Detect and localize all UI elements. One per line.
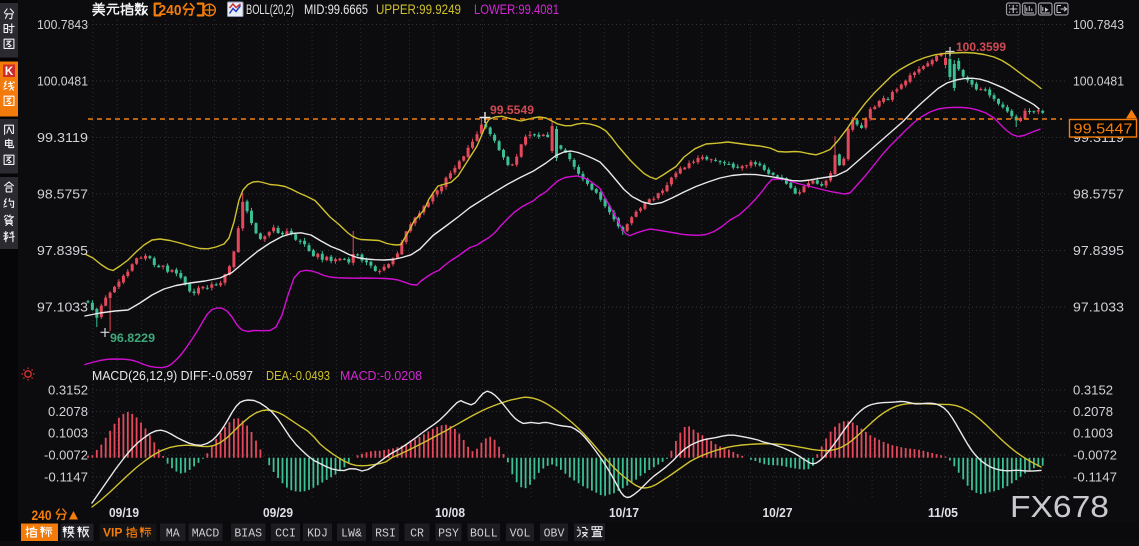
svg-text:97.8395: 97.8395: [1073, 244, 1124, 258]
svg-text:100.7843: 100.7843: [1073, 18, 1124, 32]
svg-text:DEA:-0.0493: DEA:-0.0493: [266, 368, 330, 383]
svg-text:UPPER:99.9249: UPPER:99.9249: [376, 2, 461, 17]
svg-text:CR: CR: [410, 528, 424, 541]
svg-text:MACD(26,12,9) DIFF:-0.0597: MACD(26,12,9) DIFF:-0.0597: [92, 368, 253, 383]
svg-text:RSI: RSI: [375, 528, 396, 541]
svg-text:09/29: 09/29: [263, 506, 293, 520]
svg-text:BIAS: BIAS: [234, 528, 262, 541]
svg-text:10/27: 10/27: [763, 506, 793, 520]
svg-text:99.5549: 99.5549: [490, 103, 534, 117]
svg-text:KDJ: KDJ: [307, 528, 328, 541]
svg-text:99.3119: 99.3119: [37, 131, 88, 145]
svg-text:100.0481: 100.0481: [1073, 74, 1124, 88]
svg-text:09/19: 09/19: [109, 506, 139, 520]
svg-text:LOWER:99.4081: LOWER:99.4081: [474, 2, 559, 17]
svg-text:0.1003: 0.1003: [48, 426, 88, 440]
svg-text:-0.1147: -0.1147: [44, 470, 88, 484]
svg-text:MID:99.6665: MID:99.6665: [304, 2, 368, 17]
svg-text:97.1033: 97.1033: [37, 300, 88, 314]
svg-text:OBV: OBV: [544, 528, 565, 541]
svg-text:99.5447: 99.5447: [1074, 122, 1133, 138]
svg-text:BOLL(20,2): BOLL(20,2): [246, 2, 294, 17]
svg-text:LW&: LW&: [341, 528, 362, 541]
svg-text:100.3599: 100.3599: [956, 40, 1006, 54]
svg-text:97.1033: 97.1033: [1073, 300, 1124, 314]
svg-text:-0.0072: -0.0072: [44, 448, 88, 462]
svg-text:0.3152: 0.3152: [1073, 383, 1113, 397]
svg-text:96.8229: 96.8229: [110, 331, 155, 345]
svg-text:VIP: VIP: [103, 526, 122, 540]
svg-text:240: 240: [159, 2, 182, 19]
svg-text:100.0481: 100.0481: [37, 74, 88, 88]
svg-text:11/05: 11/05: [928, 506, 958, 520]
svg-text:0.2078: 0.2078: [48, 405, 88, 419]
svg-text:CCI: CCI: [275, 528, 296, 541]
svg-text:PSY: PSY: [438, 528, 459, 541]
svg-text:-0.1147: -0.1147: [1073, 470, 1117, 484]
svg-text:MACD: MACD: [192, 528, 220, 541]
svg-text:0.1003: 0.1003: [1073, 426, 1113, 440]
svg-text:10/08: 10/08: [435, 506, 465, 520]
svg-text:VOL: VOL: [510, 528, 531, 541]
svg-text:-0.0072: -0.0072: [1073, 448, 1117, 462]
svg-text:MA: MA: [166, 528, 180, 541]
svg-text:10/17: 10/17: [609, 506, 639, 520]
svg-text:100.7843: 100.7843: [37, 18, 88, 32]
svg-text:FX678: FX678: [1010, 489, 1109, 524]
svg-text:98.5757: 98.5757: [37, 187, 88, 201]
svg-text:MACD:-0.0208: MACD:-0.0208: [340, 368, 422, 383]
svg-text:98.5757: 98.5757: [1073, 187, 1124, 201]
svg-text:97.8395: 97.8395: [37, 244, 88, 258]
svg-text:0.2078: 0.2078: [1073, 405, 1113, 419]
svg-text:240: 240: [32, 508, 52, 523]
svg-text:K: K: [5, 66, 14, 78]
svg-text:BOLL: BOLL: [470, 528, 498, 541]
svg-text:0.3152: 0.3152: [48, 383, 88, 397]
